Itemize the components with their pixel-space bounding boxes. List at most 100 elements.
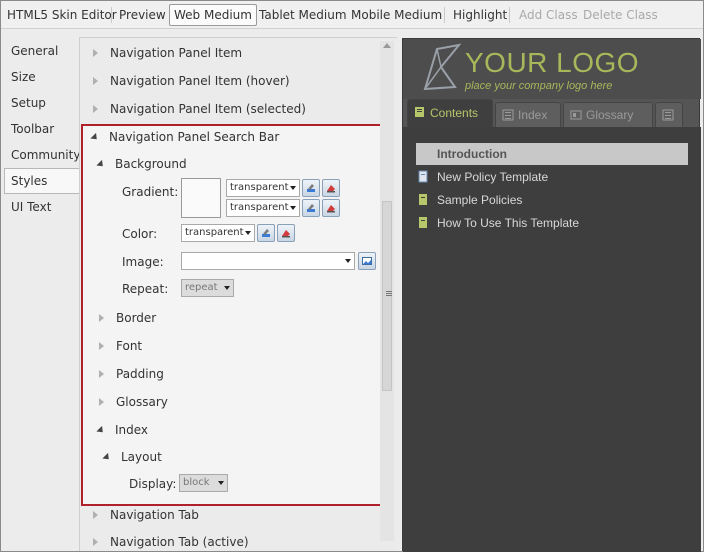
mobile-medium-button[interactable]: Mobile Medium [347,4,446,26]
color-label: Color: [122,227,158,241]
add-class-button[interactable]: Add Class [515,4,582,26]
sidebar-item-styles[interactable]: Styles [4,168,80,194]
toolbar: HTML5 Skin Editor Preview Web Medium Tab… [1,1,703,29]
gradient-top-select[interactable]: transparent [226,179,300,197]
image-icon [362,257,372,265]
web-medium-button[interactable]: Web Medium [169,4,257,26]
color-select[interactable]: transparent [181,224,255,242]
clear-color-button[interactable] [322,199,340,217]
clear-color-button[interactable] [322,179,340,197]
tree-node-label: Index [115,423,149,437]
tree-node-border[interactable]: Border [99,308,156,328]
tree-node-layout[interactable]: Layout [102,447,162,467]
tab-label: Contents [430,106,479,120]
tab-label: Glossary [586,108,634,122]
scroll-up-arrow-icon[interactable] [383,43,391,48]
tree-node-nav-tab[interactable]: Navigation Tab [93,505,199,525]
contents-pane: Introduction New Policy Template Sample … [403,127,701,552]
expand-arrow-icon[interactable] [93,49,98,57]
tree-node-label: Border [116,311,157,325]
sidebar-item-ui-text[interactable]: UI Text [1,194,79,220]
tab-glossary[interactable]: Glossary [563,102,653,127]
logo-text: YOUR LOGO [465,47,640,78]
highlight-button[interactable]: Highlight [449,4,511,26]
tree-node-background[interactable]: Background [96,154,187,174]
skin-preview: YOUR LOGO place your company logo here C… [402,38,701,552]
toolbar-divider [509,7,510,23]
sidebar: General Size Setup Toolbar Community Sty… [1,30,80,551]
tree-node-search-bar[interactable]: Navigation Panel Search Bar [90,127,280,147]
gradient-bottom-select[interactable]: transparent [226,199,300,217]
tablet-medium-button[interactable]: Tablet Medium [255,4,351,26]
tree-node-label: Navigation Tab [110,508,199,522]
tree-node-nav-item-hover[interactable]: Navigation Panel Item (hover) [93,71,290,91]
tree-node-label: Navigation Tab (active) [110,535,249,549]
editor-title: HTML5 Skin Editor [7,8,117,22]
expand-arrow-icon[interactable] [93,538,98,546]
tree-node-label: Glossary [116,395,168,409]
sidebar-item-setup[interactable]: Setup [1,90,79,116]
collapse-arrow-icon[interactable] [96,425,106,436]
tab-contents[interactable]: Contents [407,99,493,127]
toc-item[interactable]: How To Use This Template [416,213,688,233]
logo-mark-icon [423,43,462,91]
splitter-grip-icon[interactable] [386,291,392,297]
preview-tabs: Contents Index Glossary [403,99,701,127]
color-picker-button[interactable] [302,199,320,217]
collapse-arrow-icon[interactable] [102,452,112,463]
color-picker-button[interactable] [302,179,320,197]
color-picker-icon [262,229,270,237]
tree-node-index[interactable]: Index [96,420,149,440]
expand-arrow-icon[interactable] [99,342,104,350]
delete-class-button[interactable]: Delete Class [579,4,662,26]
expand-arrow-icon[interactable] [93,105,98,113]
select-value: block [183,477,210,488]
expand-arrow-icon[interactable] [99,370,104,378]
toc-item[interactable]: Sample Policies [416,190,688,210]
repeat-select[interactable]: repeat [181,279,234,297]
collapse-arrow-icon[interactable] [96,159,106,170]
logo-area: YOUR LOGO place your company logo here [403,39,701,99]
clear-color-button[interactable] [277,224,295,242]
expand-arrow-icon[interactable] [99,398,104,406]
image-select[interactable] [181,252,355,270]
select-value: transparent [230,182,289,193]
tab-index[interactable]: Index [495,102,561,127]
display-select[interactable]: block [179,474,228,492]
toc-item-introduction[interactable]: Introduction [416,143,688,165]
color-picker-button[interactable] [257,224,275,242]
browse-image-button[interactable] [358,252,376,270]
expand-arrow-icon[interactable] [99,314,104,322]
chevron-down-icon [345,259,351,263]
sidebar-item-community[interactable]: Community [1,142,80,168]
collapse-arrow-icon[interactable] [90,132,100,143]
tree-node-nav-item-selected[interactable]: Navigation Panel Item (selected) [93,99,306,119]
tree-node-nav-tab-active[interactable]: Navigation Tab (active) [93,532,249,552]
topic-icon [418,170,428,183]
gradient-swatch[interactable] [181,178,221,218]
tree-node-glossary[interactable]: Glossary [99,392,168,412]
book-icon [419,194,427,205]
tree-node-label: Navigation Panel Item (hover) [110,74,290,88]
list-icon [502,109,514,121]
repeat-label: Repeat: [122,282,169,296]
tree-node-padding[interactable]: Padding [99,364,164,384]
eraser-icon [282,230,290,238]
color-picker-icon [307,184,315,192]
sidebar-item-size[interactable]: Size [1,64,79,90]
toc-item[interactable]: New Policy Template [416,167,688,187]
tree-node-label: Navigation Panel Item (selected) [110,102,306,116]
sidebar-item-general[interactable]: General [1,38,79,64]
preview-button[interactable]: Preview [115,4,170,26]
sidebar-item-toolbar[interactable]: Toolbar [1,116,79,142]
tree-node-nav-item[interactable]: Navigation Panel Item [93,43,242,63]
chevron-down-icon [290,206,296,210]
tab-more[interactable] [655,102,683,127]
tree-node-font[interactable]: Font [99,336,142,356]
expand-arrow-icon[interactable] [93,511,98,519]
select-value: repeat [185,282,218,293]
tab-label: Index [518,108,548,122]
tree-node-label: Navigation Panel Search Bar [109,130,280,144]
expand-arrow-icon[interactable] [93,77,98,85]
tree-node-label: Font [116,339,143,353]
